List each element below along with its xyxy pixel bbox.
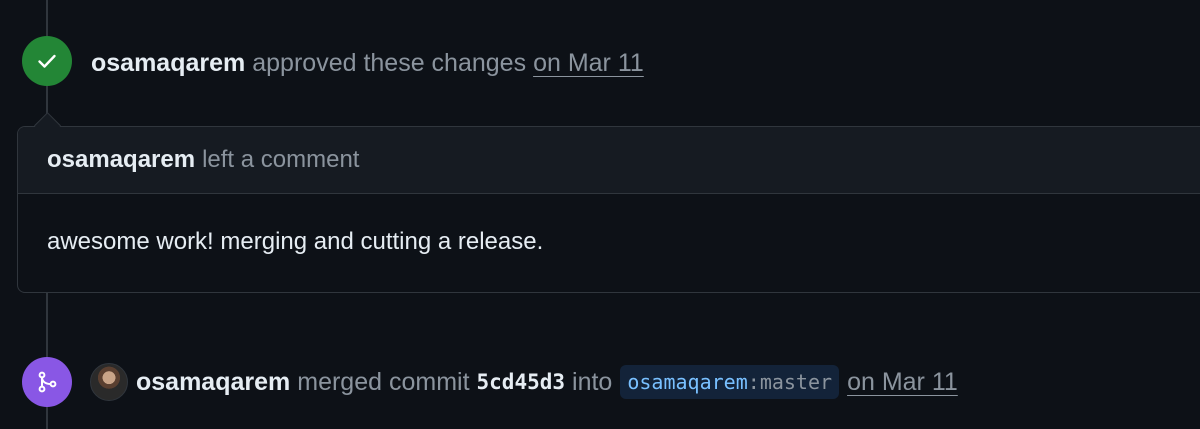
- avatar[interactable]: [90, 363, 128, 401]
- merge-author-link[interactable]: osamaqarem: [136, 368, 290, 397]
- branch-separator: :: [747, 370, 760, 394]
- commit-sha-link[interactable]: 5cd45d3: [477, 370, 566, 394]
- comment-header: osamaqarem left a comment: [18, 127, 1200, 194]
- approval-date-link[interactable]: on Mar 11: [533, 49, 644, 78]
- merge-into-text: into: [572, 367, 613, 396]
- merge-action-text: merged commit: [297, 367, 470, 396]
- branch-owner: osamaqarem: [627, 370, 748, 394]
- comment-card: osamaqarem left a comment awesome work! …: [17, 126, 1200, 293]
- approved-badge: [22, 36, 72, 86]
- merge-date-link[interactable]: on Mar 11: [847, 368, 958, 397]
- comment-body: awesome work! merging and cutting a rele…: [47, 228, 544, 255]
- approval-author-link[interactable]: osamaqarem: [91, 49, 245, 78]
- merged-badge: [22, 357, 72, 407]
- approval-event: osamaqarem approved these changes on Mar…: [91, 44, 644, 82]
- git-merge-icon: [38, 371, 57, 393]
- check-icon: [38, 54, 56, 68]
- comment-action-text: left a comment: [202, 146, 360, 173]
- comment-author-link[interactable]: osamaqarem: [47, 146, 195, 174]
- branch-label[interactable]: osamaqarem:master: [620, 365, 840, 399]
- approval-action-text: approved these changes: [252, 48, 527, 77]
- branch-name: master: [759, 370, 833, 394]
- merge-event: osamaqarem merged commit 5cd45d3 into os…: [90, 362, 958, 402]
